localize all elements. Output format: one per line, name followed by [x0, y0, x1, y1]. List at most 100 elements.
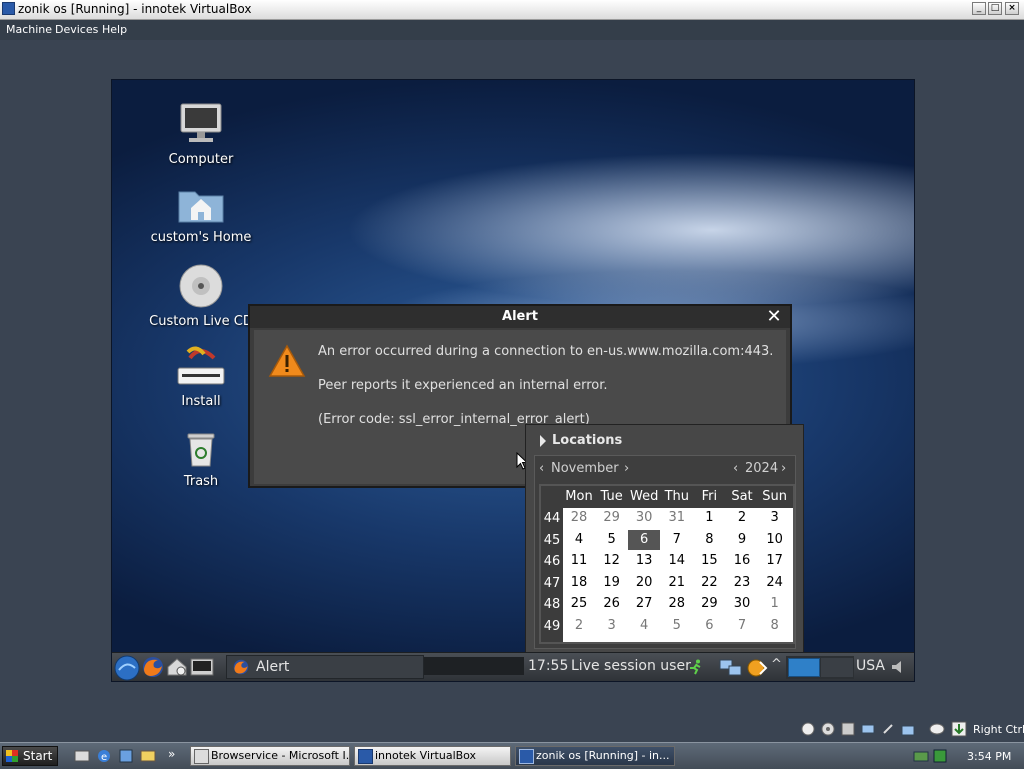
calendar-day[interactable]: 6: [693, 616, 725, 636]
calendar-day[interactable]: 9: [726, 530, 758, 550]
calendar-day[interactable]: 6: [628, 529, 661, 550]
outlook-icon[interactable]: [140, 748, 156, 764]
panel-clock[interactable]: 17:55: [528, 658, 568, 674]
tray-network-icon[interactable]: [913, 748, 929, 764]
minimize-button[interactable]: _: [972, 2, 986, 15]
taskbar-button-browservice[interactable]: Browservice - Microsoft I...: [190, 746, 350, 766]
taskbar-button-zonik[interactable]: zonik os [Running] - in...: [515, 746, 675, 766]
calendar-day[interactable]: 17: [759, 551, 791, 571]
next-year-button[interactable]: ›: [781, 461, 786, 476]
calendar-day[interactable]: 31: [661, 508, 693, 528]
calendar-day[interactable]: 24: [759, 573, 791, 593]
quick-launch-icon[interactable]: [118, 748, 134, 764]
keyboard-layout[interactable]: USA: [856, 658, 885, 674]
network-icon[interactable]: [718, 657, 744, 679]
expand-arrow-icon[interactable]: [540, 435, 546, 447]
calendar-day[interactable]: 16: [726, 551, 758, 571]
taskbar-clock[interactable]: 3:54 PM: [967, 750, 1011, 763]
calendar-day[interactable]: 4: [563, 530, 595, 550]
calendar-day[interactable]: 29: [596, 508, 628, 528]
calendar-day[interactable]: 27: [628, 594, 660, 614]
desktop-icon-livecd[interactable]: Custom Live CD: [146, 264, 256, 329]
calendar-day[interactable]: 26: [596, 594, 628, 614]
calendar-day[interactable]: 22: [693, 573, 725, 593]
calendar-day[interactable]: 1: [693, 508, 725, 528]
workspace-2[interactable]: [821, 658, 853, 677]
show-desktop-icon[interactable]: [74, 748, 90, 764]
start-button[interactable]: Start: [2, 746, 58, 766]
desktop-icon-label: Trash: [183, 474, 219, 489]
cd-drive-icon[interactable]: [821, 722, 835, 736]
calendar-day[interactable]: 7: [726, 616, 758, 636]
calendar-day[interactable]: 29: [693, 594, 725, 614]
terminal-icon[interactable]: [190, 658, 214, 676]
calendar-day[interactable]: 8: [759, 616, 791, 636]
workspace-1[interactable]: [788, 658, 820, 677]
calendar-day[interactable]: 14: [661, 551, 693, 571]
calendar-day[interactable]: 8: [693, 530, 725, 550]
alert-close-icon[interactable]: ✕: [764, 306, 784, 328]
calendar-day[interactable]: 20: [628, 573, 660, 593]
menu-devices[interactable]: Devices: [55, 23, 98, 36]
volume-icon[interactable]: [890, 659, 906, 675]
calendar-day[interactable]: 28: [661, 594, 693, 614]
firefox-icon[interactable]: [142, 656, 164, 678]
menu-orb-icon[interactable]: [114, 655, 140, 681]
session-label[interactable]: Live session user: [571, 658, 691, 674]
desktop-icon-install[interactable]: Install: [146, 344, 256, 409]
internet-explorer-icon[interactable]: e: [96, 748, 112, 764]
mouse-integration-icon[interactable]: [929, 722, 945, 736]
menu-machine[interactable]: Machine: [6, 23, 52, 36]
hard-disk-icon[interactable]: [801, 722, 815, 736]
calendar-day[interactable]: 12: [596, 551, 628, 571]
calendar-day[interactable]: 23: [726, 573, 758, 593]
taskbar-button-virtualbox[interactable]: innotek VirtualBox: [354, 746, 511, 766]
maximize-button[interactable]: □: [988, 2, 1002, 15]
desktop-icon-home[interactable]: custom's Home: [146, 184, 256, 245]
floppy-icon[interactable]: [841, 722, 855, 736]
task-button-alert[interactable]: Alert: [226, 655, 424, 679]
calendar-day[interactable]: 28: [563, 508, 595, 528]
desktop-icon-label: custom's Home: [150, 230, 252, 245]
calendar-day[interactable]: 3: [596, 616, 628, 636]
update-notifier-icon[interactable]: [746, 657, 770, 679]
shared-folder-icon[interactable]: [901, 722, 915, 736]
calendar-day[interactable]: 30: [628, 508, 660, 528]
calendar-day[interactable]: 7: [661, 530, 693, 550]
guest-screen[interactable]: Computer custom's Home Custom Live CD In…: [111, 79, 915, 682]
calendar-day[interactable]: 15: [693, 551, 725, 571]
desktop-icon-trash[interactable]: Trash: [146, 432, 256, 489]
calendar-day[interactable]: 13: [628, 551, 660, 571]
calendar-day[interactable]: 3: [759, 508, 791, 528]
quick-launch-chevron-icon[interactable]: »: [168, 747, 175, 761]
calendar-day[interactable]: 1: [759, 594, 791, 614]
calendar-day[interactable]: 5: [661, 616, 693, 636]
locations-expander[interactable]: Locations: [552, 433, 622, 448]
calendar-day[interactable]: 30: [726, 594, 758, 614]
desktop-icon-computer[interactable]: Computer: [146, 102, 256, 167]
prev-year-button[interactable]: ‹: [733, 461, 738, 476]
usb-icon[interactable]: [881, 722, 895, 736]
calendar-day[interactable]: 11: [563, 551, 595, 571]
workspace-switcher[interactable]: [786, 656, 854, 679]
calendar-day[interactable]: 18: [563, 573, 595, 593]
host-key-icon[interactable]: [951, 721, 967, 737]
chevron-up-icon[interactable]: ^: [771, 657, 782, 672]
menu-help[interactable]: Help: [102, 23, 127, 36]
next-month-button[interactable]: ›: [624, 461, 629, 476]
task-area-empty: [424, 657, 524, 675]
tray-app-icon[interactable]: [932, 748, 948, 764]
prev-month-button[interactable]: ‹: [539, 461, 544, 476]
calendar-day[interactable]: 21: [661, 573, 693, 593]
calendar-day[interactable]: 2: [726, 508, 758, 528]
calendar-day[interactable]: 5: [596, 530, 628, 550]
calendar-day[interactable]: 19: [596, 573, 628, 593]
cd-icon: [179, 264, 223, 308]
network-places-icon[interactable]: [166, 657, 188, 677]
close-window-button[interactable]: ×: [1005, 2, 1019, 15]
calendar-day[interactable]: 2: [563, 616, 595, 636]
calendar-day[interactable]: 25: [563, 594, 595, 614]
network-adapter-icon[interactable]: [861, 722, 875, 736]
calendar-day[interactable]: 10: [759, 530, 791, 550]
calendar-day[interactable]: 4: [628, 616, 660, 636]
